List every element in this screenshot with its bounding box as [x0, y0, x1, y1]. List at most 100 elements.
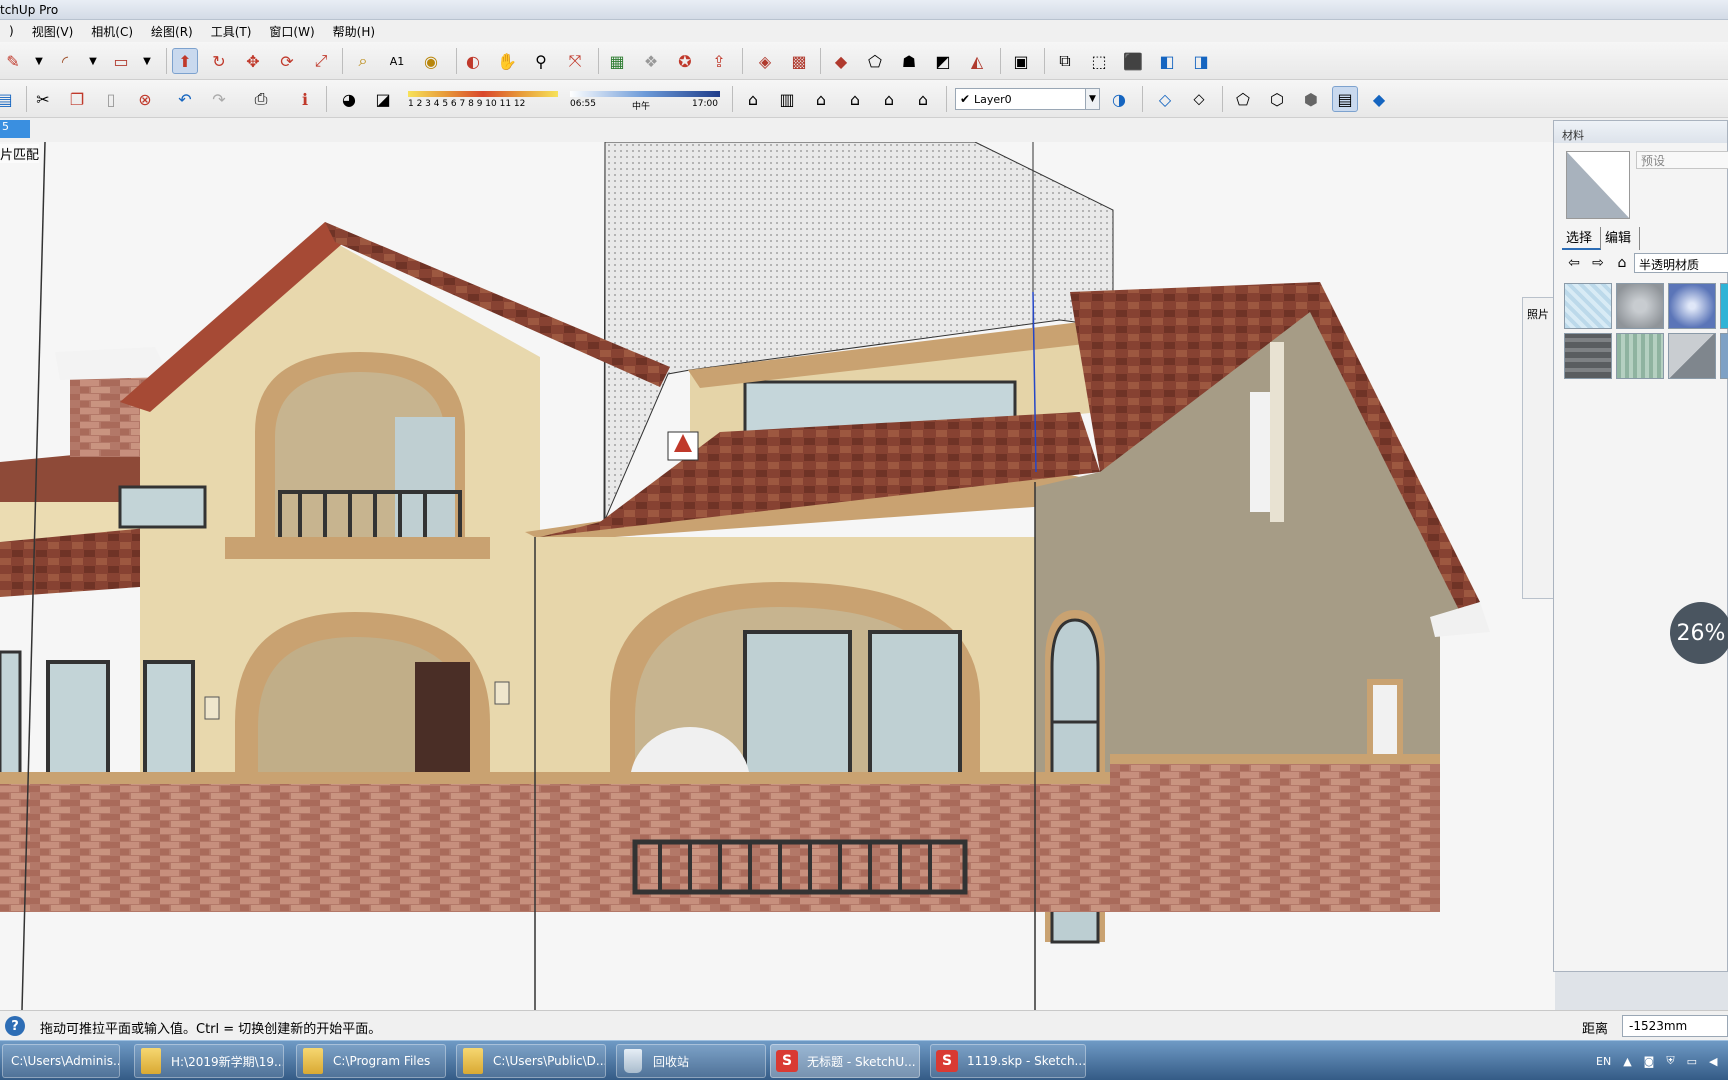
textured-icon[interactable]: ⌂ — [910, 86, 936, 112]
sandbox-icon[interactable]: ◈ — [752, 48, 778, 74]
material-swatch[interactable] — [1564, 333, 1612, 379]
move-icon[interactable]: ✥ — [240, 48, 266, 74]
taskbar-item[interactable]: S 1119.skp - Sketch... — [930, 1044, 1086, 1078]
stamp-icon[interactable]: ◆ — [828, 48, 854, 74]
tab-select[interactable]: 选择 — [1562, 227, 1602, 250]
hidden-line-icon[interactable]: ⌂ — [842, 86, 868, 112]
rectangle-icon[interactable]: ▭ — [108, 48, 134, 74]
drape-icon[interactable]: ⬠ — [862, 48, 888, 74]
style-shaded-icon[interactable]: ⬢ — [1298, 86, 1324, 112]
top-view-icon[interactable]: ⬚ — [1086, 48, 1112, 74]
material-swatch[interactable] — [1668, 333, 1716, 379]
cut-icon[interactable]: ✂ — [30, 86, 56, 112]
shadow-date-slider[interactable]: 1 2 3 4 5 6 7 8 9 10 11 12 — [408, 89, 558, 111]
taskbar-item[interactable]: C:\Users\Public\D... — [456, 1044, 606, 1078]
xray-icon[interactable]: ⌂ — [740, 86, 766, 112]
material-swatch[interactable] — [1668, 283, 1716, 329]
chevron-down-icon[interactable]: ▼ — [1085, 89, 1099, 109]
back-edges-icon[interactable]: ▥ — [774, 86, 800, 112]
shadow-settings-icon[interactable]: ◕ — [336, 86, 362, 112]
chevron-down-icon[interactable]: ▼ — [134, 48, 160, 74]
back-arrow-icon[interactable]: ⇦ — [1562, 255, 1586, 271]
push-pull-icon[interactable]: ⬆ — [172, 48, 198, 74]
front-view-icon[interactable]: ⬛ — [1120, 48, 1146, 74]
volume-icon[interactable]: ◀ — [1709, 1055, 1717, 1068]
menu-item-partial[interactable]: ) — [0, 24, 23, 38]
back-view-icon[interactable]: ◨ — [1188, 48, 1214, 74]
taskbar-item[interactable]: C:\Users\Adminis... — [2, 1044, 120, 1078]
grid-icon[interactable]: ▩ — [786, 48, 812, 74]
taskbar-item-active[interactable]: S 无标题 - SketchU... — [770, 1044, 920, 1078]
material-name-field[interactable]: 预设 — [1636, 151, 1728, 169]
help-icon[interactable]: ? — [5, 1016, 25, 1036]
pencil-icon[interactable]: ✎ — [0, 48, 26, 74]
warehouse-icon[interactable]: ✪ — [672, 48, 698, 74]
taskbar-item[interactable]: 回收站 — [616, 1044, 766, 1078]
style-textured-icon[interactable]: ▤ — [1332, 86, 1358, 112]
shadow-time-slider[interactable]: 06:55 中午 17:00 — [570, 89, 720, 112]
model-viewport[interactable]: 片匹配 — [0, 142, 1555, 1010]
wireframe-icon[interactable]: ⌂ — [808, 86, 834, 112]
network-icon[interactable]: ◙ — [1644, 1055, 1655, 1068]
share-model-icon[interactable]: ⇪ — [706, 48, 732, 74]
style-back-icon[interactable]: ⬦ — [1186, 86, 1212, 112]
zoom-icon[interactable]: ⚲ — [528, 48, 554, 74]
map-icon[interactable]: ▦ — [604, 48, 630, 74]
tape-measure-icon[interactable]: ⌕ — [350, 48, 376, 74]
text-icon[interactable]: A1 — [384, 48, 410, 74]
menu-item-help[interactable]: 帮助(H) — [324, 23, 384, 40]
follow-me-icon[interactable]: ↻ — [206, 48, 232, 74]
material-swatch[interactable] — [1564, 283, 1612, 329]
monitor-icon[interactable]: ▭ — [1687, 1055, 1697, 1068]
material-swatch[interactable] — [1616, 283, 1664, 329]
paint-bucket-icon[interactable]: ◉ — [418, 48, 444, 74]
layer-manager-icon[interactable]: ◑ — [1106, 86, 1132, 112]
shield-icon[interactable]: ⛨ — [1666, 1054, 1674, 1068]
chevron-down-icon[interactable]: ▼ — [26, 48, 52, 74]
tab-edit[interactable]: 编辑 — [1601, 227, 1641, 250]
layer-select[interactable]: ✔ Layer0 ▼ — [955, 88, 1100, 110]
chevron-down-icon[interactable]: ▼ — [80, 48, 106, 74]
measurement-input[interactable]: -1523mm — [1622, 1015, 1728, 1037]
save-icon[interactable]: ▤ — [0, 86, 18, 112]
copy-icon[interactable]: ❐ — [64, 86, 90, 112]
undo-icon[interactable]: ↶ — [172, 86, 198, 112]
flip-edge-icon[interactable]: ◩ — [930, 48, 956, 74]
style-xray-icon[interactable]: ◇ — [1152, 86, 1178, 112]
section-icon[interactable]: ▣ — [1008, 48, 1034, 74]
style-mono-icon[interactable]: ◆ — [1366, 86, 1392, 112]
home-icon[interactable]: ⌂ — [1610, 255, 1634, 271]
shaded-icon[interactable]: ⌂ — [876, 86, 902, 112]
pan-icon[interactable]: ✋ — [494, 48, 520, 74]
menu-item-tools[interactable]: 工具(T) — [202, 23, 261, 40]
right-view-icon[interactable]: ◧ — [1154, 48, 1180, 74]
model-info-icon[interactable]: ℹ — [292, 86, 318, 112]
redo-icon[interactable]: ↷ — [206, 86, 232, 112]
menu-item-view[interactable]: 视图(V) — [23, 23, 83, 40]
scene-tab[interactable]: 5 — [0, 120, 30, 138]
forward-arrow-icon[interactable]: ⇨ — [1586, 255, 1610, 271]
style-hidden-icon[interactable]: ⬡ — [1264, 86, 1290, 112]
menu-item-camera[interactable]: 相机(C) — [82, 23, 142, 40]
zoom-extents-icon[interactable]: ⤧ — [562, 48, 588, 74]
iso-view-icon[interactable]: ⧉ — [1052, 48, 1078, 74]
material-swatch[interactable] — [1720, 333, 1728, 379]
tray-arrow-icon[interactable]: ▲ — [1623, 1055, 1631, 1068]
print-icon[interactable]: ⎙ — [248, 86, 274, 112]
orbit-icon[interactable]: ◐ — [460, 48, 486, 74]
style-wire-icon[interactable]: ⬠ — [1230, 86, 1256, 112]
material-collection-select[interactable]: 半透明材质 — [1634, 253, 1728, 273]
scale-icon[interactable]: ⤢ — [308, 48, 334, 74]
rotate-icon[interactable]: ⟳ — [274, 48, 300, 74]
material-swatch[interactable] — [1720, 283, 1728, 329]
input-language[interactable]: EN — [1596, 1055, 1611, 1068]
shadow-toggle-icon[interactable]: ◪ — [370, 86, 396, 112]
menu-item-draw[interactable]: 绘图(R) — [142, 23, 202, 40]
menu-item-window[interactable]: 窗口(W) — [260, 23, 323, 40]
taskbar-item[interactable]: H:\2019新学期\19... — [134, 1044, 284, 1078]
paste-icon[interactable]: ▯ — [98, 86, 124, 112]
components-icon[interactable]: ❖ — [638, 48, 664, 74]
add-detail-icon[interactable]: ☗ — [896, 48, 922, 74]
erase-icon[interactable]: ⊗ — [132, 86, 158, 112]
material-swatch[interactable] — [1616, 333, 1664, 379]
